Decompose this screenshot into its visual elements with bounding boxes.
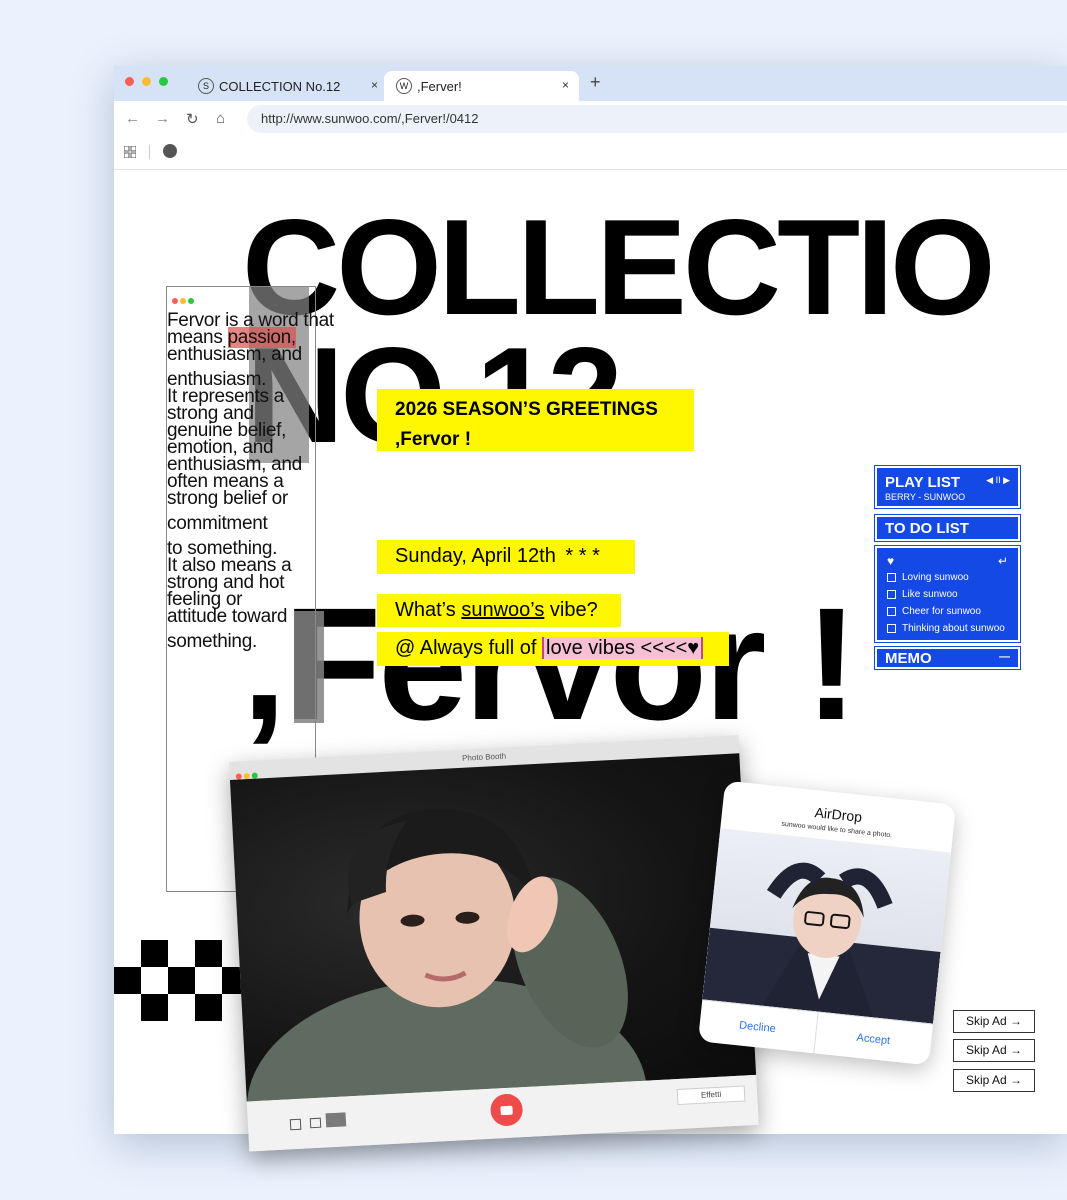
answer-text: @ Always full of xyxy=(395,637,543,659)
reload-icon[interactable]: ↻ xyxy=(186,110,199,128)
divider xyxy=(149,145,150,159)
todo-widget: ♥ ↵ Loving sunwoo Like sunwoo Cheer for … xyxy=(875,546,1020,642)
date-stars: * * * xyxy=(565,545,600,567)
playlist-track: BERRY - SUNWOO xyxy=(885,492,966,502)
todo-label: Like sunwoo xyxy=(902,589,958,600)
definition-part: commitment xyxy=(167,513,268,534)
season-title: 2026 SEASON’S GREETINGS xyxy=(395,399,658,420)
selected-text[interactable]: love vibes <<<<♥ xyxy=(542,637,704,659)
definition-part: It represents a strong and genuine belie… xyxy=(167,386,302,509)
tab-collection[interactable]: S COLLECTION No.12 × xyxy=(192,71,388,101)
tab-label: ,Ferver! xyxy=(417,78,462,94)
nav-bar: ← → ↻ ⌂ http://www.sunwoo.com/,Ferver!/0… xyxy=(114,101,1067,137)
tab-favicon-icon: W xyxy=(396,78,412,94)
minimize-window-button[interactable] xyxy=(142,77,151,86)
video-camera-icon xyxy=(500,1105,513,1115)
bookmarks-bar xyxy=(114,137,1067,170)
effects-button[interactable]: Effetti xyxy=(676,1085,746,1105)
definition-part: It also means a strong and hot feeling o… xyxy=(167,555,292,627)
address-bar[interactable]: http://www.sunwoo.com/,Ferver!/0412 xyxy=(247,105,1067,133)
vibe-question-label: What’s sunwoo’s vibe? xyxy=(377,594,621,627)
playlist-widget[interactable]: PLAY LIST BERRY - SUNWOO ◀ II ▶ xyxy=(875,466,1020,508)
question-text: vibe? xyxy=(544,599,598,621)
close-window-button[interactable] xyxy=(125,77,134,86)
todo-item[interactable]: Cheer for sunwoo xyxy=(887,606,1008,617)
tab-close-icon[interactable]: × xyxy=(371,78,378,92)
new-tab-button[interactable]: + xyxy=(590,72,601,93)
season-greetings-label: 2026 SEASON’S GREETINGS ,Fervor ! xyxy=(377,389,694,451)
maximize-dot-icon[interactable] xyxy=(188,298,194,304)
tab-close-icon[interactable]: × xyxy=(562,78,569,92)
todo-title: TO DO LIST xyxy=(885,520,969,537)
tab-bar: S COLLECTION No.12 × W ,Ferver! × + xyxy=(114,66,1067,101)
definition-text: Fervor is a word that means passion, ent… xyxy=(167,311,342,652)
todo-label: Cheer for sunwoo xyxy=(902,606,981,617)
person-photo xyxy=(247,809,647,1102)
playback-controls[interactable]: ◀ II ▶ xyxy=(986,475,1010,486)
date-text: Sunday, April 12th xyxy=(395,545,556,567)
tab-favicon-icon: S xyxy=(198,78,214,94)
close-dot-icon[interactable] xyxy=(172,298,178,304)
home-icon[interactable]: ⌂ xyxy=(216,110,225,127)
airdrop-photo xyxy=(702,828,952,1024)
sunwoo-link[interactable]: sunwoo’s xyxy=(461,599,544,621)
heart-icon: ♥ xyxy=(887,554,895,568)
person-photo xyxy=(702,862,941,1024)
todo-item[interactable]: Loving sunwoo xyxy=(887,572,1008,583)
tab-label: COLLECTION No.12 xyxy=(219,78,341,94)
memo-widget[interactable]: MEMO — xyxy=(875,647,1020,669)
collection-heading: COLLECTIO xyxy=(242,191,996,343)
single-view-icon[interactable] xyxy=(309,1117,322,1129)
vibe-answer-label: @ Always full of love vibes <<<<♥ xyxy=(377,632,729,666)
record-button[interactable] xyxy=(489,1093,524,1127)
airdrop-dialog: AirDrop sunwoo would like to share a pho… xyxy=(697,780,957,1066)
heart-icon: ♥ xyxy=(687,637,700,659)
apps-grid-icon[interactable] xyxy=(123,145,137,159)
skip-ad-button[interactable]: Skip Ad → xyxy=(953,1010,1035,1033)
tab-fervor[interactable]: W ,Ferver! × xyxy=(384,71,579,101)
enter-icon[interactable]: ↵ xyxy=(998,554,1008,568)
todo-item[interactable]: Thinking about sunwoo xyxy=(887,623,1008,634)
photo-booth-window: Photo Booth Effetti xyxy=(229,735,759,1152)
minimize-icon[interactable]: — xyxy=(999,651,1010,663)
checkbox[interactable] xyxy=(887,607,896,616)
todo-header[interactable]: TO DO LIST xyxy=(875,515,1020,541)
forward-arrow-icon[interactable]: → xyxy=(155,110,170,127)
globe-icon[interactable] xyxy=(163,144,177,158)
checkbox[interactable] xyxy=(887,624,896,633)
maximize-window-button[interactable] xyxy=(159,77,168,86)
season-subtitle: ,Fervor ! xyxy=(395,429,472,450)
definition-part: enthusiasm, and xyxy=(167,344,302,365)
camera-preview xyxy=(229,753,757,1102)
checkbox[interactable] xyxy=(887,590,896,599)
back-arrow-icon[interactable]: ← xyxy=(125,110,140,127)
selected-text-content: love vibes <<<< xyxy=(546,637,688,659)
skip-ad-button[interactable]: Skip Ad → xyxy=(953,1039,1035,1062)
todo-label: Loving sunwoo xyxy=(902,572,969,583)
filmstrip-icon[interactable] xyxy=(325,1112,347,1128)
definition-part: something. xyxy=(167,631,257,652)
question-text: What’s xyxy=(395,599,462,621)
date-label: Sunday, April 12th * * * xyxy=(377,540,635,574)
memo-title: MEMO xyxy=(885,650,932,667)
todo-label: Thinking about sunwoo xyxy=(902,623,1005,634)
todo-item[interactable]: Like sunwoo xyxy=(887,589,1008,600)
window-controls xyxy=(172,291,196,309)
grid-view-icon[interactable] xyxy=(289,1118,302,1131)
skip-ad-button[interactable]: Skip Ad → xyxy=(953,1069,1035,1092)
minimize-dot-icon[interactable] xyxy=(180,298,186,304)
checkbox[interactable] xyxy=(887,573,896,582)
